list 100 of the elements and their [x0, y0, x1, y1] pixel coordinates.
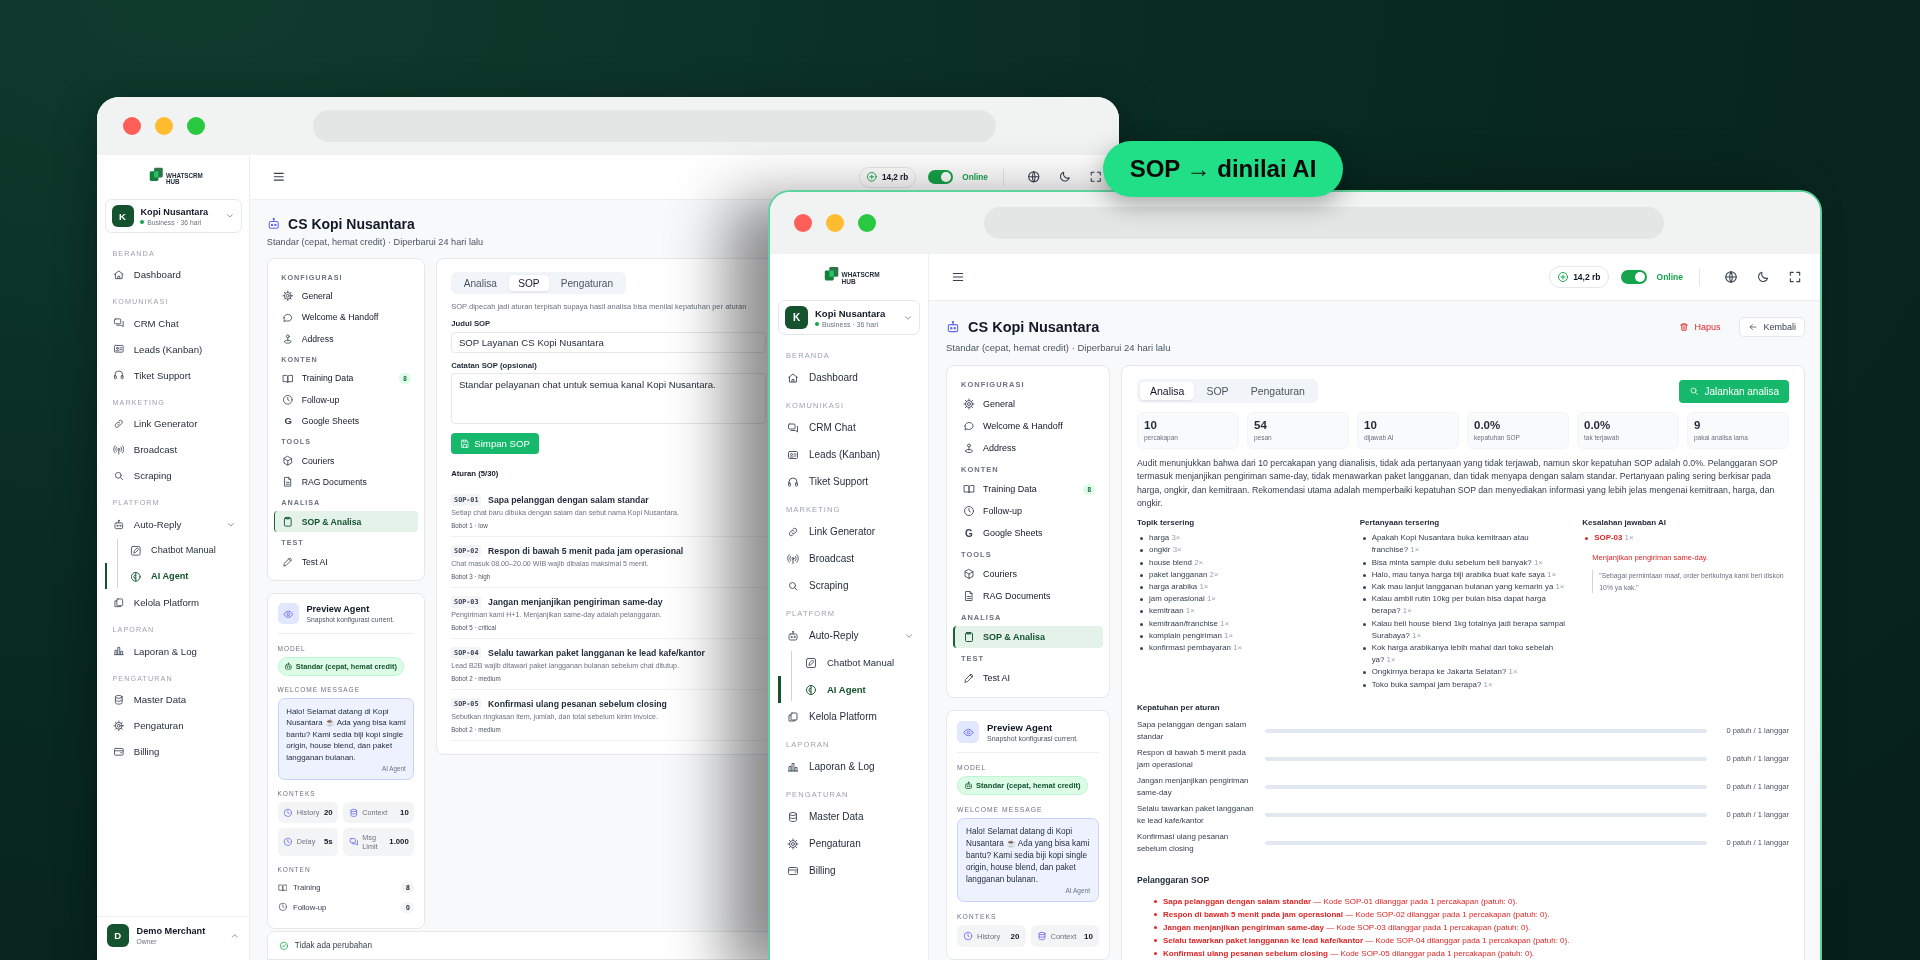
column-heading: Kesalahan jawaban AI [1582, 518, 1668, 528]
summary-text: Audit menunjukkan bahwa dari 10 percakapan yang dianalisis, tidak ada pertanyaan yang tidak terjawab, namun skor kepatuhan SOP adalah 0.0%. Pelanggaran SOP termasuk menjanjikan pengiriman same-day, tidak menawarkan paket langganan, dan tidak menyapa dengan salam standar. Pertanyaan paling sering berkisar pada harga, ongkir, dan kemitraan. Rekomendasi utama adalah memperbaiki kepatuhan SOP dan menyediakan informasi yang lebih jelas mengenai kemitraan, harga, dan ongkir. [1137, 457, 1779, 510]
credit-balance[interactable]: 14,2 rb [1549, 266, 1609, 288]
section-heading: Aturan (5/30) [451, 469, 499, 479]
menu-label: Address [301, 333, 334, 344]
nav-item[interactable]: Auto-Reply [778, 622, 920, 649]
close-button[interactable] [123, 117, 141, 135]
nav-item[interactable]: CRM Chat [778, 414, 920, 441]
nav-item[interactable]: Billing [778, 857, 920, 884]
rule-title: Respon di bawah 5 menit pada jam operasional [488, 545, 684, 556]
chip-value: 10 [400, 808, 409, 818]
menu-label: Welcome & Handoff [301, 312, 379, 323]
close-button[interactable] [794, 214, 812, 232]
nav-item[interactable]: Master Data [104, 686, 242, 713]
avatar: D [106, 924, 129, 947]
menu-item[interactable]: RAG Documents [273, 471, 419, 493]
book-icon [282, 372, 294, 385]
list-item: Respon di bawah 5 menit pada jam operasional — Kode SOP-02 dilanggar pada 1 percakapan (patuh: 0). [1151, 907, 1789, 921]
chip-value: 20 [323, 808, 333, 818]
nav-item[interactable]: Leads (Kanban) [778, 441, 920, 468]
menu-item[interactable]: Address [273, 328, 419, 350]
tab[interactable]: Analisa [1140, 382, 1195, 400]
nav-item[interactable]: Chatbot Manual [104, 537, 242, 564]
nav-item[interactable]: Chatbot Manual [778, 649, 920, 676]
page-subtitle: Standar (cepat, hemat credit) · Diperbarui 24 hari lalu [946, 342, 1172, 353]
menu-item[interactable]: Welcome & Handoff [273, 306, 419, 328]
nav-item[interactable]: Pengaturan [778, 830, 920, 857]
nav-item[interactable]: AI Agent [104, 563, 242, 590]
menu-item[interactable]: Couriers [273, 450, 419, 472]
robot-icon [964, 781, 973, 790]
tab[interactable]: Pengaturan [551, 274, 623, 292]
delete-button[interactable]: Hapus [1670, 317, 1730, 337]
nav-item[interactable]: Link Generator [104, 410, 242, 437]
nav-item[interactable]: AI Agent [778, 676, 920, 703]
menu-item[interactable]: G Google Sheets [953, 522, 1103, 544]
menu-item[interactable]: SOP & Analisa [953, 626, 1103, 648]
content-label: Training [292, 883, 321, 893]
bar-chart-icon [787, 760, 799, 773]
nav-item[interactable]: Broadcast [778, 545, 920, 572]
menu-item[interactable]: G Google Sheets [273, 410, 419, 432]
section-heading: Kepatuhan per aturan [1137, 702, 1221, 712]
nav-item[interactable]: Broadcast [104, 436, 242, 463]
nav-item[interactable]: Laporan & Log [778, 753, 920, 780]
nav-item[interactable]: Tiket Support [778, 468, 920, 495]
menu-item[interactable]: RAG Documents [953, 585, 1103, 607]
column-heading: Topik tersering [1137, 518, 1196, 528]
menu-label: Training Data [983, 484, 1037, 494]
cube-icon [963, 568, 975, 580]
tab[interactable]: SOP [508, 274, 550, 292]
online-toggle[interactable] [1620, 270, 1647, 284]
menu-item[interactable]: Welcome & Handoff [953, 415, 1103, 437]
database-icon [348, 807, 359, 818]
minimize-button[interactable] [155, 117, 173, 135]
nav-item[interactable]: Auto-Reply [104, 511, 242, 538]
menu-item[interactable]: Follow-up [953, 500, 1103, 522]
menu-item[interactable]: Address [953, 437, 1103, 459]
nav-item[interactable]: Dashboard [104, 261, 242, 288]
nav-item[interactable]: Kelola Platform [104, 589, 242, 616]
nav-item[interactable]: Link Generator [778, 518, 920, 545]
maximize-button[interactable] [858, 214, 876, 232]
pencil-icon [963, 672, 975, 684]
nav-item[interactable]: Pengaturan [104, 712, 242, 739]
online-toggle[interactable] [927, 170, 953, 184]
nav-item[interactable]: Laporan & Log [104, 638, 242, 665]
menu-item[interactable]: Couriers [953, 563, 1103, 585]
nav-item[interactable]: Tiket Support [104, 362, 242, 389]
menu-item[interactable]: Follow-up [273, 389, 419, 411]
eye-icon [957, 721, 979, 743]
menu-item[interactable]: SOP & Analisa [273, 511, 419, 533]
tab[interactable]: Pengaturan [1240, 382, 1315, 400]
speech-bubble-icon [282, 311, 294, 324]
menu-item[interactable]: Test AI [953, 667, 1103, 689]
nav-item[interactable]: Billing [104, 738, 242, 765]
section-heading: Pelanggaran SOP [1137, 874, 1211, 885]
list-item: Jangan menjanjikan pengiriman same-day — Kode SOP-03 dilanggar pada 1 percakapan (patuh: 0). [1151, 920, 1789, 934]
back-button[interactable]: Kembali [1739, 317, 1805, 337]
menu-item[interactable]: Test AI [273, 551, 419, 573]
maximize-button[interactable] [187, 117, 205, 135]
nav-item[interactable]: Kelola Platform [778, 703, 920, 730]
clock-icon [282, 393, 294, 406]
rule-title: Sapa pelanggan dengan salam standar [488, 494, 649, 505]
nav-item[interactable]: Scraping [104, 462, 242, 489]
text-area[interactable]: Standar pelayanan chat untuk semua kanal Kopi Nusantara. [451, 373, 766, 424]
nav-item[interactable]: Scraping [778, 572, 920, 599]
nav-item[interactable]: Master Data [778, 803, 920, 830]
robot-icon [112, 518, 125, 531]
menu-item[interactable]: General [953, 393, 1103, 415]
broadcast-icon [787, 552, 799, 565]
tab[interactable]: SOP [1196, 382, 1239, 400]
nav-item[interactable]: CRM Chat [104, 310, 242, 337]
nav-item[interactable]: Leads (Kanban) [104, 336, 242, 363]
minimize-button[interactable] [826, 214, 844, 232]
address-bar[interactable] [984, 207, 1664, 239]
moon-icon [1756, 270, 1770, 284]
list-item: Selalu tawarkan paket langganan ke lead kafe/kantor — Kode SOP-04 dilanggar pada 1 percakapan (patuh: 0). [1151, 933, 1789, 947]
nav-item[interactable]: Dashboard [778, 364, 920, 391]
tab[interactable]: Analisa [454, 274, 507, 292]
input-field[interactable]: SOP Layanan CS Kopi Nusantara [451, 331, 766, 353]
message-text: Halo! Selamat datang di Kopi Nusantara ☕ Ada yang bisa kami bantu? Kami sedia biji kopi single origin, house blend, dan paket langganan bulanan. [966, 826, 1090, 886]
menu-item[interactable]: General [273, 285, 419, 307]
